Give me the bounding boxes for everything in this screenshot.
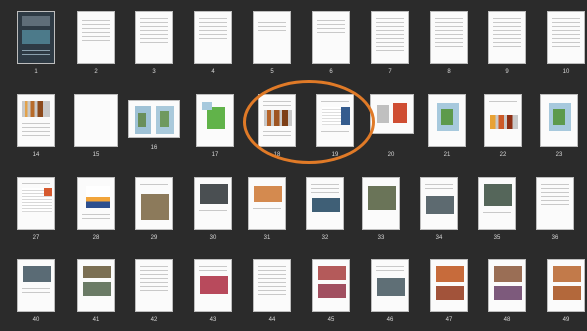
page-thumbnail[interactable] <box>371 11 409 64</box>
page-number: 33 <box>377 235 385 241</box>
page-number: 14 <box>32 152 40 158</box>
page-number: 34 <box>435 235 443 241</box>
page-number: 28 <box>92 235 100 241</box>
page-number: 2 <box>94 69 98 75</box>
page-number: 30 <box>209 235 217 241</box>
page-number: 16 <box>150 145 158 151</box>
page-number: 44 <box>268 317 276 323</box>
page-thumbnail[interactable] <box>547 259 585 312</box>
page-number: 46 <box>386 317 394 323</box>
page-number: 4 <box>211 69 215 75</box>
page-number: 3 <box>152 69 156 75</box>
page-number: 27 <box>32 235 40 241</box>
page-number: 47 <box>445 317 453 323</box>
page-number: 32 <box>321 235 329 241</box>
page-number: 41 <box>92 317 100 323</box>
page-thumbnail[interactable] <box>536 177 574 230</box>
page-thumbnail[interactable] <box>547 11 585 64</box>
page-thumbnail[interactable] <box>17 259 55 312</box>
page-number: 19 <box>331 152 339 158</box>
page-number: 21 <box>443 152 451 158</box>
page-thumbnail[interactable] <box>74 94 118 147</box>
page-number: 40 <box>32 317 40 323</box>
page-thumbnail[interactable] <box>77 11 115 64</box>
page-number: 8 <box>447 69 451 75</box>
page-thumbnail[interactable] <box>362 177 400 230</box>
page-thumbnail[interactable] <box>258 94 296 147</box>
page-number: 48 <box>503 317 511 323</box>
page-thumbnail[interactable] <box>428 94 466 147</box>
page-number: 10 <box>562 69 570 75</box>
page-thumbnail[interactable] <box>420 177 458 230</box>
page-thumbnail[interactable] <box>194 11 232 64</box>
page-thumbnail[interactable] <box>540 94 578 147</box>
page-number: 6 <box>329 69 333 75</box>
page-thumbnail[interactable] <box>430 11 468 64</box>
page-thumbnail[interactable] <box>128 100 180 138</box>
page-thumbnail[interactable] <box>478 177 516 230</box>
page-number: 23 <box>555 152 563 158</box>
page-number: 9 <box>505 69 509 75</box>
page-number: 7 <box>388 69 392 75</box>
page-thumbnail[interactable] <box>194 259 232 312</box>
page-thumbnail[interactable] <box>248 177 286 230</box>
page-number: 49 <box>562 317 570 323</box>
page-thumbnail[interactable] <box>77 177 115 230</box>
page-thumbnail[interactable] <box>253 259 291 312</box>
page-number: 43 <box>209 317 217 323</box>
page-thumbnail[interactable] <box>488 259 526 312</box>
page-number: 29 <box>150 235 158 241</box>
page-thumbnail[interactable] <box>135 11 173 64</box>
page-thumbnail-grid: 1 2 3 4 5 6 7 8 9 10 14 15 16 17 18 19 2… <box>0 0 587 331</box>
page-thumbnail[interactable] <box>135 259 173 312</box>
page-thumbnail[interactable] <box>370 94 414 134</box>
page-number: 18 <box>273 152 281 158</box>
page-thumbnail[interactable] <box>17 11 55 64</box>
page-number: 5 <box>270 69 274 75</box>
page-number: 20 <box>387 152 395 158</box>
page-thumbnail[interactable] <box>484 94 522 147</box>
page-number: 31 <box>263 235 271 241</box>
page-number: 42 <box>150 317 158 323</box>
page-number: 35 <box>493 235 501 241</box>
page-thumbnail[interactable] <box>316 94 354 147</box>
page-number: 1 <box>34 69 38 75</box>
page-number: 45 <box>327 317 335 323</box>
page-thumbnail[interactable] <box>253 11 291 64</box>
page-thumbnail[interactable] <box>371 259 409 312</box>
page-thumbnail[interactable] <box>312 11 350 64</box>
page-number: 15 <box>92 152 100 158</box>
page-thumbnail[interactable] <box>430 259 468 312</box>
page-thumbnail[interactable] <box>194 177 232 230</box>
page-thumbnail[interactable] <box>17 177 55 230</box>
page-thumbnail[interactable] <box>312 259 350 312</box>
page-thumbnail[interactable] <box>17 94 55 147</box>
page-thumbnail[interactable] <box>135 177 173 230</box>
page-thumbnail[interactable] <box>306 177 344 230</box>
page-thumbnail[interactable] <box>488 11 526 64</box>
page-number: 22 <box>499 152 507 158</box>
page-thumbnail[interactable] <box>196 94 234 147</box>
page-number: 17 <box>211 152 219 158</box>
page-number: 36 <box>551 235 559 241</box>
page-thumbnail[interactable] <box>77 259 115 312</box>
